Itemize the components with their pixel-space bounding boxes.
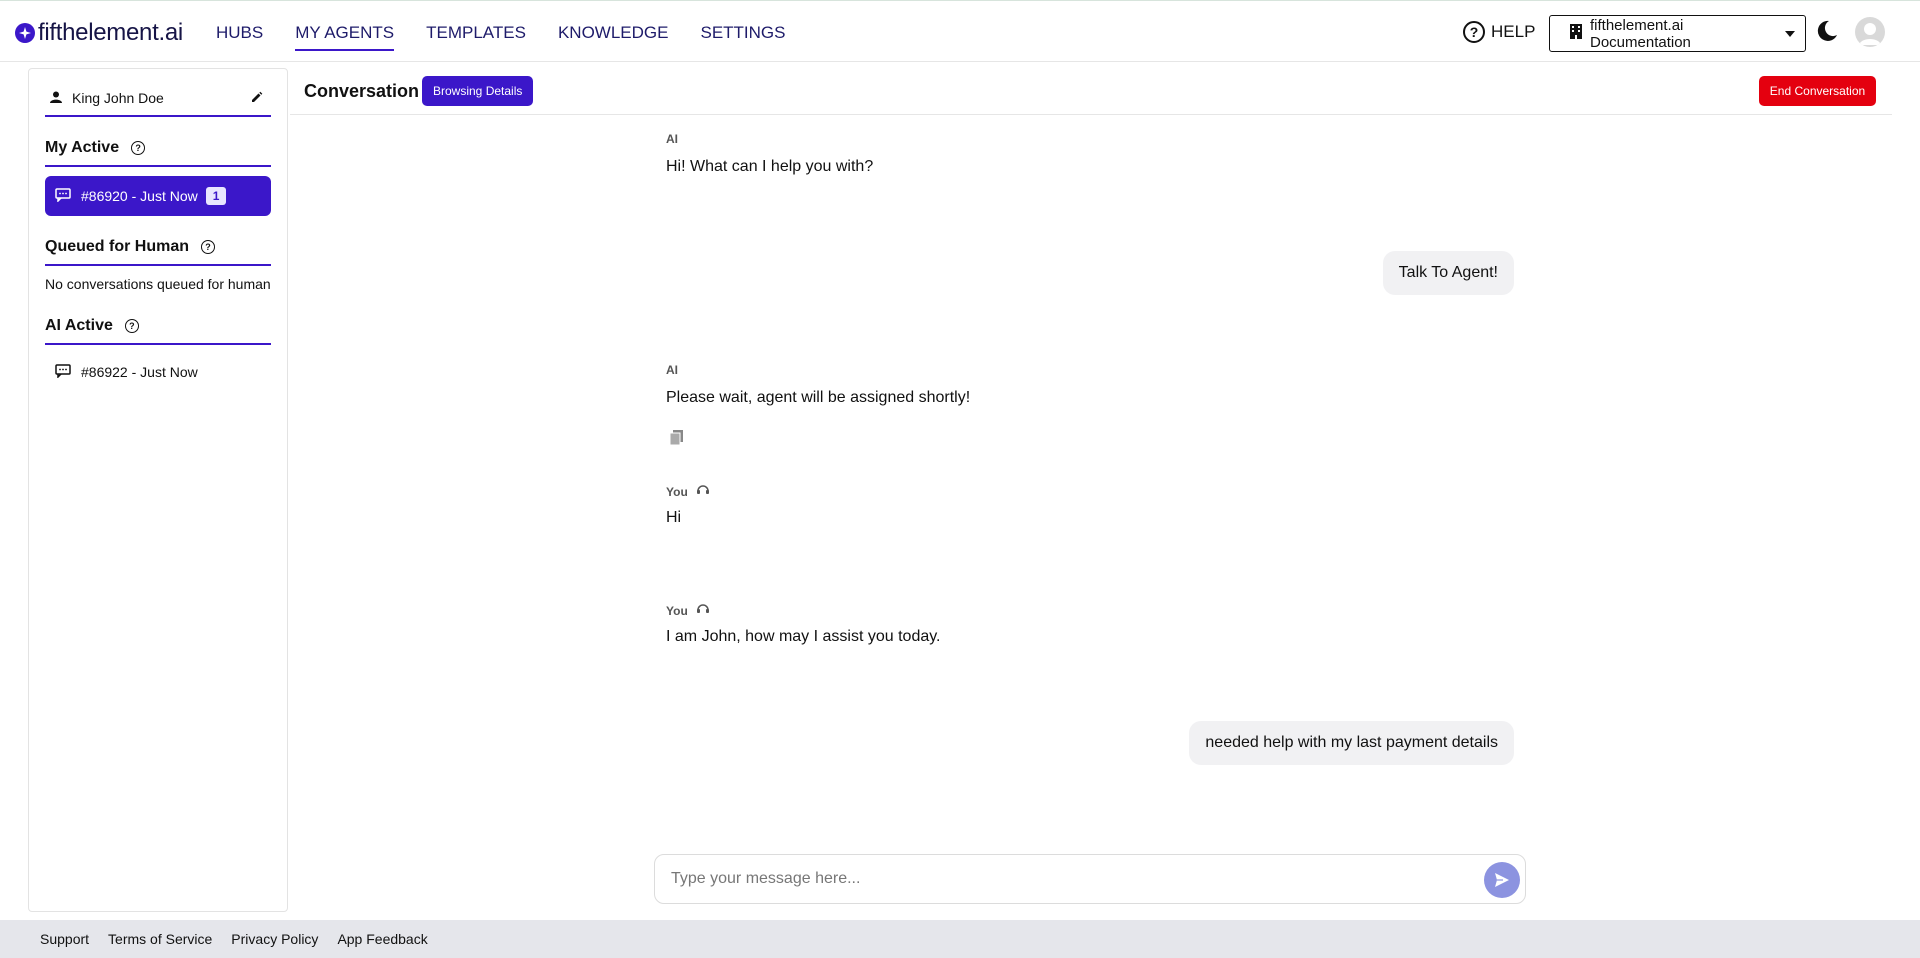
info-icon[interactable]: ? xyxy=(124,319,139,333)
logo-mark-icon xyxy=(15,23,35,43)
message-sender: AI xyxy=(666,132,678,146)
nav-my-agents[interactable]: MY AGENTS xyxy=(295,23,395,51)
main-nav: HUBS MY AGENTS TEMPLATES KNOWLEDGE SETTI… xyxy=(216,23,818,51)
help-label: HELP xyxy=(1491,22,1536,41)
chat-icon xyxy=(55,187,71,205)
nav-templates[interactable]: TEMPLATES xyxy=(426,23,526,51)
message-input[interactable] xyxy=(671,866,1461,892)
caret-down-icon xyxy=(1785,30,1795,37)
end-conversation-button[interactable]: End Conversation xyxy=(1759,76,1876,106)
nav-hubs[interactable]: HUBS xyxy=(216,23,263,51)
ai-active-heading: AI Active ? xyxy=(45,309,271,345)
my-active-heading: My Active ? xyxy=(45,131,271,167)
my-active-title: My Active xyxy=(45,139,120,156)
building-icon xyxy=(1570,24,1582,43)
message-sender-row: You xyxy=(666,602,710,619)
user-message-bubble: Talk To Agent! xyxy=(1382,251,1514,295)
send-button[interactable] xyxy=(1484,862,1520,898)
info-icon[interactable]: ? xyxy=(131,141,146,155)
brand-logo[interactable]: fifthelement.ai xyxy=(15,19,183,47)
agent-message: I am John, how may I assist you today. xyxy=(666,628,941,645)
footer-link-support[interactable]: Support xyxy=(40,931,89,947)
conversation-header: Conversation Browsing Details End Conver… xyxy=(290,68,1892,115)
message-sender: You xyxy=(666,603,688,618)
headset-icon xyxy=(696,602,710,619)
agent-message: Hi xyxy=(666,509,682,526)
conversation-title: Conversation xyxy=(304,81,420,101)
message-sender-row: You xyxy=(666,483,710,500)
ai-active-title: AI Active xyxy=(45,317,113,334)
conversation-label: #86922 - Just Now xyxy=(81,364,198,380)
moon-icon[interactable] xyxy=(1815,19,1839,48)
send-icon xyxy=(1495,873,1509,887)
conversation-item[interactable]: #86922 - Just Now xyxy=(45,352,271,392)
footer-link-feedback[interactable]: App Feedback xyxy=(337,931,427,947)
help-icon: ? xyxy=(1463,21,1485,43)
user-avatar[interactable] xyxy=(1855,17,1885,47)
brand-name: fifthelement.ai xyxy=(38,19,183,46)
queued-heading: Queued for Human ? xyxy=(45,230,271,266)
unread-badge: 1 xyxy=(205,187,227,205)
info-icon[interactable]: ? xyxy=(201,240,216,254)
footer-link-terms[interactable]: Terms of Service xyxy=(108,931,212,947)
queued-empty-text: No conversations queued for human xyxy=(45,276,271,292)
top-navbar: fifthelement.ai HUBS MY AGENTS TEMPLATES… xyxy=(0,0,1920,62)
help-link[interactable]: ? HELP xyxy=(1463,21,1535,43)
footer-link-privacy[interactable]: Privacy Policy xyxy=(231,931,318,947)
nav-knowledge[interactable]: KNOWLEDGE xyxy=(558,23,669,51)
workspace-select[interactable]: fifthelement.ai Documentation xyxy=(1549,15,1806,52)
conversation-item-active[interactable]: #86920 - Just Now 1 xyxy=(45,176,271,216)
edit-icon[interactable] xyxy=(251,90,263,106)
queued-title: Queued for Human xyxy=(45,238,190,255)
workspace-select-label: fifthelement.ai Documentation xyxy=(1590,16,1691,51)
message-sender: AI xyxy=(666,363,678,377)
agent-name-row: King John Doe xyxy=(45,81,271,117)
conversation-sidebar: King John Doe My Active ? #86920 - Just … xyxy=(28,68,288,912)
footer: Support Terms of Service Privacy Policy … xyxy=(0,920,1920,958)
headset-icon xyxy=(696,483,710,500)
user-message-bubble: needed help with my last payment details xyxy=(1189,721,1514,765)
ai-message: Hi! What can I help you with? xyxy=(666,158,874,175)
chat-icon xyxy=(55,363,71,381)
agent-name: King John Doe xyxy=(72,90,164,106)
message-composer xyxy=(654,854,1526,904)
message-sender: You xyxy=(666,484,688,499)
ai-message: Please wait, agent will be assigned shor… xyxy=(666,389,971,406)
browsing-details-button[interactable]: Browsing Details xyxy=(422,76,534,106)
nav-settings[interactable]: SETTINGS xyxy=(700,23,785,51)
conversation-label: #86920 - Just Now xyxy=(81,188,198,204)
copy-icon[interactable] xyxy=(669,430,683,450)
person-icon xyxy=(50,90,62,106)
